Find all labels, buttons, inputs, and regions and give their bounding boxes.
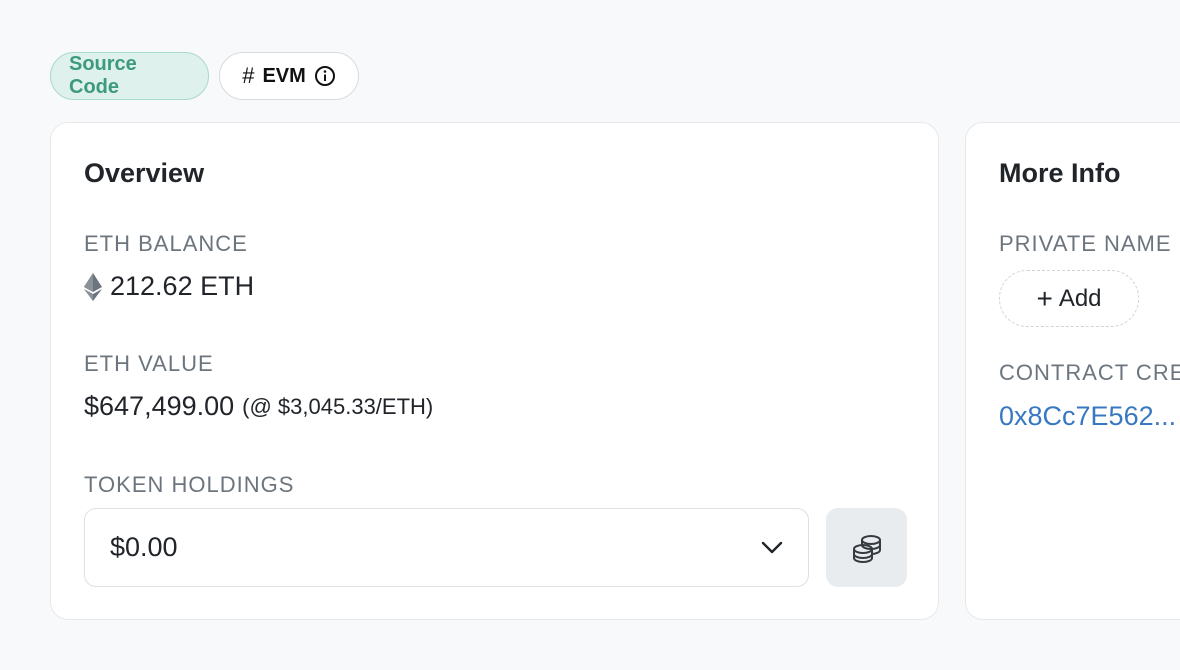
overview-title: Overview bbox=[84, 158, 205, 188]
token-holdings-button[interactable] bbox=[826, 508, 907, 587]
evm-badge[interactable]: # EVM bbox=[219, 52, 359, 100]
eth-value-label: ETH VALUE bbox=[84, 351, 214, 376]
eth-value-rate: (@ $3,045.33/ETH) bbox=[242, 393, 434, 419]
token-holdings-label: TOKEN HOLDINGS bbox=[84, 472, 295, 497]
tag-row: Source Code # EVM bbox=[50, 52, 359, 100]
contract-creator-link[interactable]: 0x8Cc7E562... bbox=[999, 401, 1176, 432]
token-holdings-value: $0.00 bbox=[110, 532, 178, 562]
hash-icon: # bbox=[242, 63, 255, 88]
ethereum-icon bbox=[84, 272, 102, 301]
coins-icon bbox=[852, 534, 881, 563]
evm-label: EVM bbox=[262, 64, 306, 87]
chevron-down-icon bbox=[761, 541, 783, 553]
add-label: Add bbox=[1058, 284, 1102, 312]
overview-card: Overview ETH BALANCE 212.62 ETH ETH VALU… bbox=[50, 122, 939, 620]
source-code-tab[interactable]: Source Code bbox=[50, 52, 209, 100]
eth-value-amount: $647,499.00 bbox=[84, 391, 235, 421]
token-holdings-dropdown[interactable]: $0.00 bbox=[84, 508, 809, 587]
eth-value: $647,499.00 (@ $3,045.33/ETH) bbox=[84, 391, 433, 422]
eth-balance: 212.62 ETH bbox=[84, 271, 254, 302]
source-code-label: Source Code bbox=[69, 53, 137, 98]
eth-balance-label: ETH BALANCE bbox=[84, 231, 248, 256]
info-icon[interactable] bbox=[314, 65, 336, 87]
plus-icon: + bbox=[1036, 282, 1053, 314]
eth-balance-value: 212.62 ETH bbox=[110, 271, 255, 301]
more-info-card: More Info PRIVATE NAME + Add CONTRACT CR… bbox=[965, 122, 1180, 620]
contract-creator-label: CONTRACT CRE bbox=[999, 360, 1180, 385]
more-info-title: More Info bbox=[999, 158, 1121, 188]
private-name-label: PRIVATE NAME bbox=[999, 231, 1172, 256]
add-private-name-button[interactable]: + Add bbox=[999, 270, 1139, 327]
